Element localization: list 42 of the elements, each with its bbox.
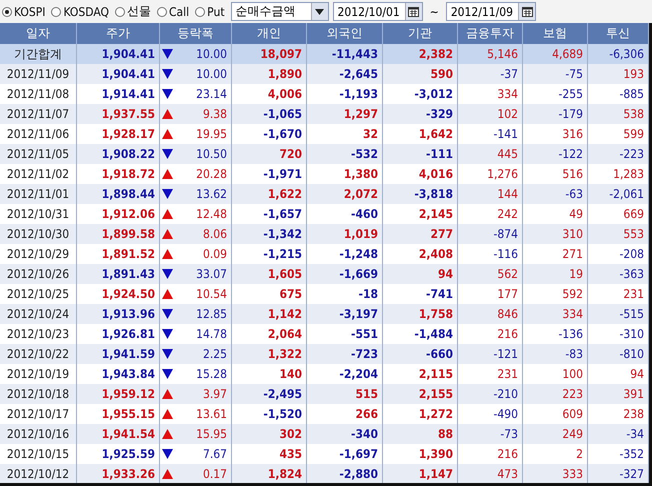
change-value: 12.85 — [196, 307, 227, 321]
change-value: 19.95 — [196, 127, 227, 141]
value-cell: -2,880 — [307, 464, 383, 483]
change-value: 10.00 — [196, 47, 227, 61]
price-cell: 1,933.26 — [77, 464, 160, 483]
market-radio[interactable]: KOSDAQ — [51, 4, 110, 18]
change-value: 13.62 — [196, 187, 227, 201]
range-separator: ~ — [428, 4, 440, 18]
change-value: 10.50 — [196, 147, 227, 161]
change-value: 8.06 — [202, 227, 227, 241]
value-cell: 1,824 — [232, 464, 307, 483]
change-value: 7.67 — [202, 447, 227, 461]
market-radio[interactable]: KOSPI — [2, 4, 46, 18]
change-value: 2.25 — [202, 347, 227, 361]
calendar-icon — [408, 6, 420, 16]
calendar-icon — [522, 6, 533, 16]
change-value: 3.97 — [202, 387, 227, 401]
change-value: 23.14 — [196, 87, 227, 101]
market-radio[interactable]: Put — [195, 4, 225, 18]
change-value: 12.48 — [196, 207, 227, 221]
end-date-field[interactable]: 2012/11/09 — [446, 2, 536, 21]
change-value: 13.61 — [196, 407, 227, 421]
change-value: 15.28 — [196, 367, 227, 381]
change-value: 0.17 — [202, 467, 227, 481]
start-date-field[interactable]: 2012/10/01 — [332, 2, 423, 21]
change-value: 20.28 — [196, 167, 227, 181]
change-value: 9.38 — [202, 107, 227, 121]
change-value: 0.09 — [202, 247, 227, 261]
change-value: 14.78 — [196, 327, 227, 341]
change-value: 10.00 — [196, 67, 227, 81]
change-value: 10.54 — [196, 287, 227, 301]
dropdown-arrow-icon — [315, 8, 324, 14]
change-value: 15.95 — [196, 427, 227, 441]
value-cell: 473 — [458, 464, 523, 483]
change-value: 33.07 — [196, 267, 227, 281]
value-cell: 1,147 — [383, 464, 458, 483]
date-cell: 2012/10/12 — [0, 464, 77, 483]
market-radio[interactable]: Call — [157, 4, 190, 18]
metric-dropdown[interactable]: 순매수금액 — [230, 2, 329, 21]
market-radio[interactable]: 선물 — [115, 3, 152, 20]
value-cell: -327 — [588, 464, 649, 483]
value-cell: 333 — [523, 464, 588, 483]
